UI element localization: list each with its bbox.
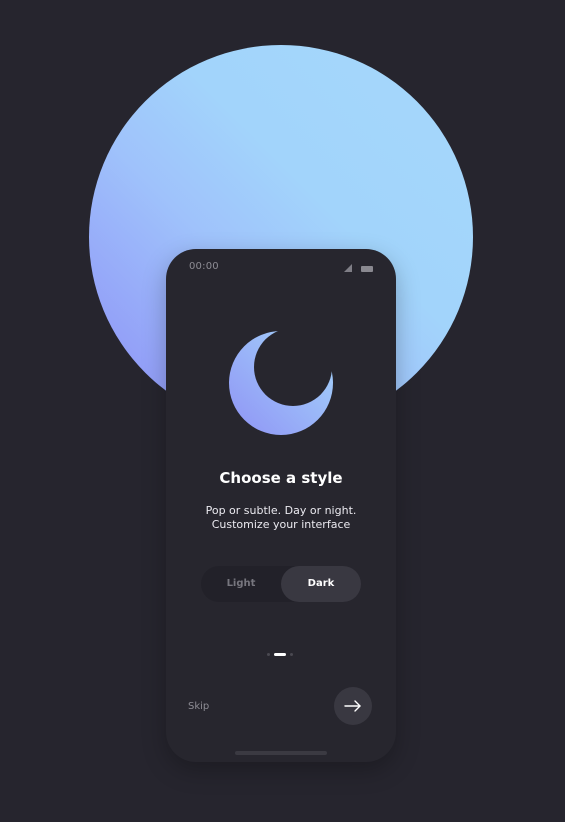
- status-time: 00:00: [189, 261, 219, 272]
- subtitle-line-2: Customize your interface: [211, 518, 351, 531]
- crescent-moon-icon: [229, 331, 333, 435]
- theme-option-light[interactable]: Light: [201, 566, 281, 602]
- arrow-right-icon: [344, 700, 361, 712]
- home-indicator: [235, 751, 327, 755]
- subtitle-line-1: Pop or subtle. Day or night.: [205, 504, 357, 517]
- skip-button[interactable]: Skip: [188, 701, 209, 712]
- battery-icon: [361, 266, 373, 272]
- signal-icon: [344, 264, 352, 272]
- page-dot-active[interactable]: [274, 653, 286, 656]
- page-dot[interactable]: [290, 653, 293, 656]
- page-subtitle: Pop or subtle. Day or night. Customize y…: [166, 504, 396, 532]
- theme-option-dark[interactable]: Dark: [281, 566, 361, 602]
- next-button[interactable]: [334, 687, 372, 725]
- phone-mockup: 00:00 Choose a style Pop or subtle. Day …: [166, 249, 396, 762]
- canvas: 00:00 Choose a style Pop or subtle. Day …: [0, 0, 565, 822]
- page-title: Choose a style: [219, 469, 343, 487]
- page-dot[interactable]: [267, 653, 270, 656]
- theme-toggle: Light Dark: [201, 566, 361, 602]
